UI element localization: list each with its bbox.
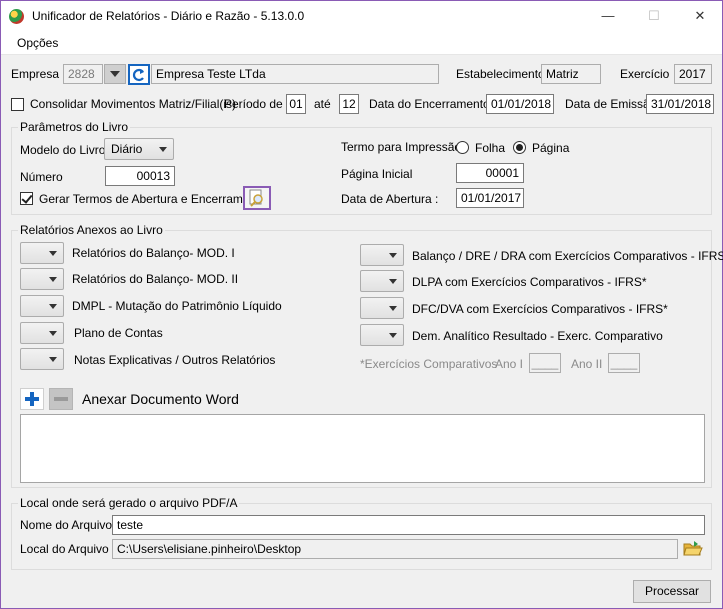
app-icon — [9, 9, 24, 24]
processar-button[interactable]: Processar — [633, 580, 711, 603]
chevron-down-icon — [49, 277, 57, 282]
nome-arquivo-field[interactable]: teste — [112, 515, 705, 535]
empresa-name-field[interactable]: Empresa Teste LTda — [151, 64, 439, 84]
consolidar-checkbox[interactable] — [11, 98, 24, 111]
report-label-dmpl: DMPL - Mutação do Patrimônio Líquido — [72, 299, 282, 313]
data-emissao-label: Data de Emissão — [565, 97, 657, 111]
parametros-legend: Parâmetros do Livro — [18, 120, 131, 134]
data-abertura-field[interactable]: 01/01/2017 — [456, 188, 524, 208]
report-select-dlpa[interactable] — [360, 270, 404, 292]
report-label-dlpa: DLPA com Exercícios Comparativos - IFRS* — [412, 275, 647, 289]
report-label-plano-contas: Plano de Contas — [74, 326, 163, 340]
empresa-code-field[interactable]: 2828 — [63, 64, 103, 84]
minus-icon — [54, 397, 68, 401]
empresa-refresh-button[interactable] — [128, 64, 150, 85]
chevron-down-icon — [49, 251, 57, 256]
title-bar: Unificador de Relatórios - Diário e Razã… — [1, 1, 722, 31]
data-encerramento-label: Data do Encerramento — [369, 97, 490, 111]
remove-document-button[interactable] — [49, 388, 73, 410]
periodo-from-field[interactable]: 01 — [286, 94, 306, 114]
folha-label: Folha — [475, 141, 506, 155]
plus-icon — [25, 392, 39, 406]
termos-preview-button[interactable] — [243, 186, 271, 210]
chevron-down-icon — [49, 357, 57, 362]
report-select-dfc-dva[interactable] — [360, 297, 404, 319]
numero-label: Número — [20, 170, 63, 184]
gerar-termos-label: Gerar Termos de Abertura e Encerramento — [39, 192, 267, 206]
add-document-button[interactable] — [20, 388, 44, 410]
close-button[interactable]: ✕ — [685, 5, 715, 27]
app-window: Unificador de Relatórios - Diário e Razã… — [0, 0, 723, 609]
periodo-label: Período de — [224, 97, 283, 111]
menu-bar: Opções — [1, 31, 722, 55]
ano2-field[interactable]: ____ — [608, 353, 640, 373]
menu-opcoes[interactable]: Opções — [17, 36, 58, 50]
pagina-radio[interactable] — [513, 141, 526, 154]
exercicio-label: Exercício — [620, 67, 670, 81]
minimize-button[interactable]: — — [593, 5, 623, 27]
report-select-balanco-mod2[interactable] — [20, 268, 64, 290]
chevron-down-icon — [110, 71, 120, 77]
report-select-balanco-mod1[interactable] — [20, 242, 64, 264]
report-label-dfc-dva: DFC/DVA com Exercícios Comparativos - IF… — [412, 302, 668, 316]
attached-documents-list[interactable] — [20, 414, 705, 483]
document-search-icon — [249, 189, 263, 207]
empresa-label: Empresa — [11, 67, 60, 81]
local-legend: Local onde será gerado o arquivo PDF/A — [18, 496, 240, 510]
modelo-label: Modelo do Livro — [20, 143, 106, 157]
report-label-balanco-ifrs: Balanço / DRE / DRA com Exercícios Compa… — [412, 249, 723, 263]
chevron-down-icon — [49, 304, 57, 309]
modelo-select-value: Diário — [111, 142, 143, 156]
consolidar-label: Consolidar Movimentos Matriz/Filial(is) — [30, 97, 237, 111]
report-select-notas[interactable] — [20, 348, 64, 370]
pagina-inicial-field[interactable]: 00001 — [456, 163, 524, 183]
report-select-dem-analitico[interactable] — [360, 324, 404, 346]
local-arquivo-label: Local do Arquivo — [20, 542, 109, 556]
nome-arquivo-label: Nome do Arquivo — [20, 518, 113, 532]
maximize-button[interactable]: ☐ — [639, 5, 669, 27]
empresa-dropdown-button[interactable] — [104, 64, 126, 84]
pagina-inicial-label: Página Inicial — [341, 167, 413, 181]
folha-radio[interactable] — [456, 141, 469, 154]
modelo-select[interactable]: Diário — [104, 138, 174, 160]
refresh-icon — [132, 68, 144, 81]
termo-label: Termo para Impressão — [341, 140, 462, 154]
data-abertura-label: Data de Abertura : — [341, 192, 439, 206]
pagina-label: Página — [532, 141, 570, 155]
relatorios-legend: Relatórios Anexos ao Livro — [18, 223, 165, 237]
periodo-to-field[interactable]: 12 — [339, 94, 359, 114]
report-select-plano-contas[interactable] — [20, 322, 64, 344]
estabelecimento-label: Estabelecimento — [456, 67, 545, 81]
ano2-label: Ano II — [571, 357, 603, 371]
report-select-dmpl[interactable] — [20, 295, 64, 317]
browse-folder-button[interactable] — [681, 538, 705, 560]
report-label-notas: Notas Explicativas / Outros Relatórios — [74, 353, 276, 367]
local-arquivo-field[interactable]: C:\Users\elisiane.pinheiro\Desktop — [112, 539, 678, 559]
local-group — [11, 503, 712, 570]
numero-field[interactable]: 00013 — [105, 166, 175, 186]
ano1-label: Ano I — [495, 357, 524, 371]
report-label-balanco-mod1: Relatórios do Balanço- MOD. I — [72, 246, 235, 260]
ano1-field[interactable]: ____ — [529, 353, 561, 373]
chevron-down-icon — [389, 333, 397, 338]
exercicios-comparativos-label: *Exercícios Comparativos — [360, 357, 498, 371]
exercicio-field[interactable]: 2017 — [674, 64, 712, 84]
anexar-label: Anexar Documento Word — [82, 391, 239, 407]
report-label-dem-analitico: Dem. Analítico Resultado - Exerc. Compar… — [412, 329, 663, 343]
report-label-balanco-mod2: Relatórios do Balanço- MOD. II — [72, 272, 239, 286]
data-emissao-field[interactable]: 31/01/2018 — [646, 94, 714, 114]
chevron-down-icon — [49, 331, 57, 336]
gerar-termos-checkbox[interactable] — [20, 192, 33, 205]
report-select-balanco-ifrs[interactable] — [360, 244, 404, 266]
chevron-down-icon — [159, 147, 167, 152]
ate-label: até — [314, 97, 331, 111]
chevron-down-icon — [389, 253, 397, 258]
window-title: Unificador de Relatórios - Diário e Razã… — [32, 9, 305, 23]
estabelecimento-field[interactable]: Matriz — [541, 64, 601, 84]
data-encerramento-field[interactable]: 01/01/2018 — [486, 94, 554, 114]
chevron-down-icon — [389, 279, 397, 284]
folder-open-icon — [683, 541, 703, 556]
chevron-down-icon — [389, 306, 397, 311]
processar-button-label: Processar — [644, 584, 700, 598]
